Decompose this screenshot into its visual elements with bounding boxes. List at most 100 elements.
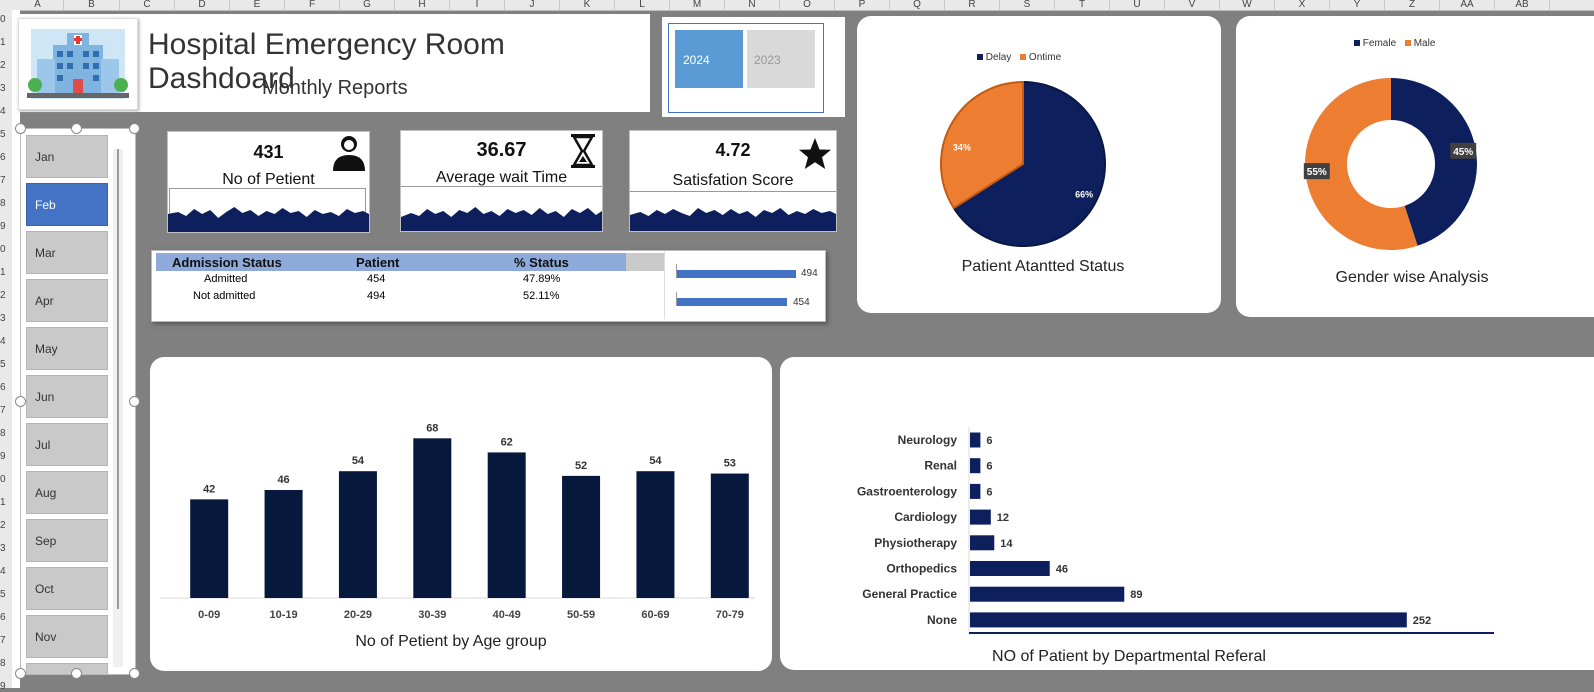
column-header-cell[interactable]: G [340,0,395,10]
row-header-cell[interactable]: 6 [0,382,12,393]
column-header-cell[interactable]: S [1000,0,1055,10]
month-button-mar[interactable]: Mar [26,231,108,274]
row-header-cell[interactable]: 9 [0,681,12,692]
resize-handle-bm[interactable] [71,668,82,679]
month-button-oct[interactable]: Oct [26,567,108,610]
column-header-cell[interactable]: R [945,0,1000,10]
resize-handle-tr[interactable] [129,123,140,134]
column-header-cell[interactable]: V [1165,0,1220,10]
month-button-jul[interactable]: Jul [26,423,108,466]
row-header-cell[interactable]: 0 [0,14,12,25]
hospital-logo [18,18,138,110]
bar-value-label: 68 [426,422,438,434]
column-header-cell[interactable]: Y [1330,0,1385,10]
month-slicer[interactable]: Jan Feb Mar Apr May Jun Jul Aug Sep Oct … [20,128,136,675]
row-header-cell[interactable]: 8 [0,198,12,209]
month-button-jun[interactable]: Jun [26,375,108,418]
row-header-cell[interactable]: 3 [0,83,12,94]
row-header-cell[interactable]: 1 [0,37,12,48]
column-header-cell[interactable]: B [64,0,120,10]
column-header-cell[interactable]: AA [1440,0,1495,10]
column-header-cell[interactable]: L [615,0,670,10]
row-header-cell[interactable]: 2 [0,290,12,301]
resize-handle-mr[interactable] [129,396,140,407]
row-header-cell[interactable]: 7 [0,635,12,646]
month-button-jan[interactable]: Jan [26,135,108,178]
column-header-cell[interactable]: A [12,0,64,10]
admission-panel: Admission Status Patient % Status Admitt… [151,250,826,322]
row-header-cell[interactable]: 3 [0,543,12,554]
row-header-cell[interactable]: 5 [0,589,12,600]
column-header-cell[interactable]: H [395,0,450,10]
column-header-cell[interactable]: Q [890,0,945,10]
resize-handle-bl[interactable] [15,668,26,679]
row-header-cell[interactable]: 6 [0,152,12,163]
column-header-cell[interactable]: O [780,0,835,10]
column-header-cell[interactable]: F [285,0,340,10]
row-header-cell[interactable]: 4 [0,566,12,577]
bar [562,475,601,598]
column-header-cell[interactable]: N [725,0,780,10]
row-header-cell[interactable]: 6 [0,612,12,623]
month-button-feb[interactable]: Feb [26,183,108,226]
bar-value-label: 54 [649,455,662,467]
resize-handle-ml[interactable] [15,396,26,407]
column-header-cell[interactable]: D [175,0,230,10]
column-header-cell[interactable]: E [230,0,285,10]
month-button-may[interactable]: May [26,327,108,370]
column-header-cell[interactable]: I [450,0,505,10]
month-button-partial[interactable] [26,663,108,674]
resize-handle-tl[interactable] [15,123,26,134]
row-header-cell[interactable]: 9 [0,221,12,232]
year-button-2023[interactable]: 2023 [747,30,815,88]
row-header-cell[interactable]: 9 [0,451,12,462]
year-slicer-panel: 2024 2023 [662,17,845,117]
row-header-cell[interactable]: 0 [0,244,12,255]
column-header-cell[interactable]: U [1110,0,1165,10]
bar-value-label: 52 [575,460,587,472]
row-header-cell[interactable]: 0 [0,474,12,485]
column-header-cell[interactable]: C [120,0,175,10]
row-header-cell[interactable]: 2 [0,520,12,531]
column-header-cell[interactable]: T [1055,0,1110,10]
row-header-cell[interactable]: 7 [0,405,12,416]
table-cell: Not admitted [193,290,256,302]
person-icon [333,136,365,171]
column-header-cell[interactable]: M [670,0,725,10]
column-header-cell[interactable]: J [505,0,560,10]
column-header-bar: A B C D E F G H I J K L M N O P Q R S T U V W X Y Z AA AB [0,0,1594,11]
resize-handle-tm[interactable] [71,123,82,134]
row-header-cell[interactable]: 1 [0,497,12,508]
kpi-card-satisfaction: 4.72 Satisfation Score [629,130,837,232]
row-header-cell[interactable]: 4 [0,106,12,117]
slicer-scroll-thumb[interactable] [117,149,119,609]
row-header-cell[interactable]: 1 [0,267,12,278]
column-header-cell[interactable]: K [560,0,615,10]
chart-title: Patient Atantted Status [961,258,1125,275]
row-header-cell[interactable]: 3 [0,313,12,324]
column-header-cell[interactable]: P [835,0,890,10]
row-header-cell[interactable]: 4 [0,336,12,347]
month-button-aug[interactable]: Aug [26,471,108,514]
resize-handle-br[interactable] [129,668,140,679]
year-button-2024[interactable]: 2024 [675,30,743,88]
x-tick-label: 0-09 [198,609,220,621]
row-header-cell[interactable]: 8 [0,428,12,439]
month-button-apr[interactable]: Apr [26,279,108,322]
bar [970,432,981,448]
column-header-cell[interactable]: X [1275,0,1330,10]
row-header-cell[interactable]: 5 [0,359,12,370]
slicer-scrollbar[interactable] [113,149,123,667]
bar-value-label: 62 [501,436,513,448]
y-tick-label: Orthopedics [886,562,957,576]
row-header-cell[interactable]: 8 [0,658,12,669]
row-header-cell[interactable]: 2 [0,60,12,71]
column-header-cell[interactable]: W [1220,0,1275,10]
row-header-cell[interactable]: 5 [0,129,12,140]
column-header-cell[interactable]: Z [1385,0,1440,10]
row-header-cell[interactable]: 7 [0,175,12,186]
bar-value-label: 42 [203,483,215,495]
column-header-cell[interactable]: AB [1495,0,1550,10]
month-button-sep[interactable]: Sep [26,519,108,562]
month-button-nov[interactable]: Nov [26,615,108,658]
